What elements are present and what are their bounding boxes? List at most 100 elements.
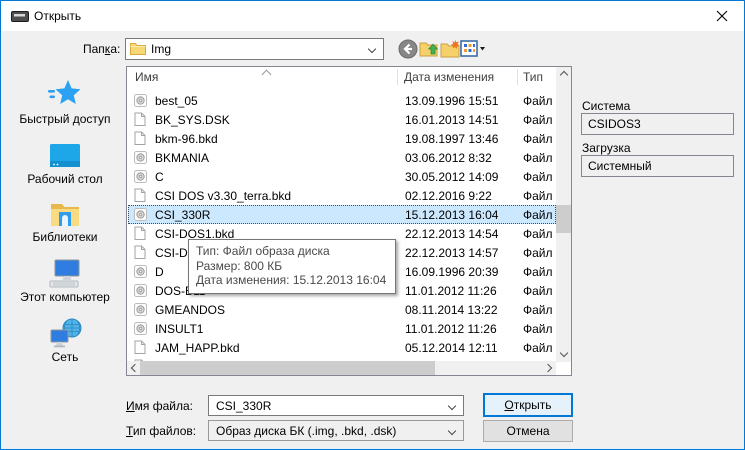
horizontal-scrollbar[interactable]: [127, 361, 556, 375]
filetype-label-key: Т: [126, 424, 133, 438]
file-row[interactable]: C30.05.2012 14:09Файл о: [128, 167, 556, 186]
file-name: CSI DOS v3.30_terra.bkd: [155, 189, 291, 203]
chevron-down-icon: [559, 348, 567, 356]
disk-image-icon: [134, 207, 147, 222]
scroll-left-button[interactable]: [127, 361, 141, 375]
file-type: Файл ": [523, 189, 556, 203]
open-button[interactable]: Открыть: [483, 393, 573, 417]
file-name: CSI_330R: [155, 208, 210, 222]
file-type: Файл о: [523, 170, 556, 184]
close-icon: [716, 10, 728, 22]
new-folder-button[interactable]: [440, 39, 460, 59]
filename-combobox[interactable]: CSI_330R: [208, 395, 464, 416]
system-label: Система: [582, 99, 630, 113]
filename-label: Имя файла:: [126, 399, 193, 413]
chevron-down-icon: [448, 427, 456, 435]
file-row[interactable]: bkm-96.bkd 19.08.1997 13:46 Файл ": [128, 129, 556, 148]
file-date: 22.12.2013 14:57: [405, 246, 498, 260]
file-icon: [134, 340, 146, 355]
filename-label-key: И: [126, 399, 135, 413]
boot-label: Загрузка: [582, 141, 631, 155]
file-row[interactable]: BKMANIA 03.06.2012 8:32 Файл о: [128, 148, 556, 167]
boot-field: Системный: [581, 155, 734, 177]
close-button[interactable]: [699, 1, 744, 30]
app-icon: [11, 11, 29, 22]
file-list: Имя Дата изменения Тип best_0513.09.1996…: [126, 66, 572, 376]
file-type: Файл ": [523, 113, 556, 127]
tooltip: Тип: Файл образа диска Размер: 800 КБ Да…: [188, 239, 396, 294]
file-date: 22.12.2013 14:54: [405, 227, 498, 241]
file-name: BKMANIA: [155, 151, 209, 165]
open-button-key: О: [504, 398, 513, 412]
sidebar-item-desktop[interactable]: Рабочий стол: [9, 135, 121, 186]
this-pc-icon: [47, 257, 83, 289]
sidebar-item-label: Быстрый доступ: [9, 112, 121, 126]
chevron-up-icon: [559, 71, 567, 79]
folder-combobox[interactable]: Img: [125, 38, 384, 60]
file-type: Файл о: [523, 208, 556, 222]
sidebar-item-this-pc[interactable]: Этот компьютер: [9, 253, 121, 304]
file-type: Файл ": [523, 246, 556, 260]
file-name: JAM_HAPP.bkd: [155, 341, 240, 355]
disk-image-icon: [134, 283, 147, 298]
file-date: 08.11.2014 13:22: [405, 303, 498, 317]
file-type: Файл о: [523, 151, 556, 165]
scroll-down-button[interactable]: [556, 346, 571, 362]
cancel-button[interactable]: Отмена: [483, 420, 573, 442]
open-button-post: ткрыть: [514, 398, 552, 412]
file-name: BK_SYS.DSK: [155, 113, 230, 127]
title-bar: Открыть: [1, 1, 744, 31]
file-name: INSULT1: [155, 322, 203, 336]
file-icon: [134, 188, 146, 203]
file-row[interactable]: INSULT111.01.2012 11:26Файл о: [128, 319, 556, 338]
file-icon: [134, 112, 146, 127]
disk-image-icon: [134, 302, 147, 317]
file-row[interactable]: JAM_HAPP.bkd05.12.2014 12:11Файл ": [128, 338, 556, 357]
sidebar-item-label: Сеть: [9, 350, 121, 364]
up-one-level-button[interactable]: [419, 39, 439, 59]
scroll-up-button[interactable]: [556, 67, 571, 83]
file-row[interactable]: best_0513.09.1996 15:51Файл о: [128, 91, 556, 110]
file-row[interactable]: BK_SYS.DSK 16.01.2013 14:51 Файл ": [128, 110, 556, 129]
open-dialog: Открыть Папка: Img: [0, 0, 745, 450]
file-type: Файл о: [523, 265, 556, 279]
file-type: Файл о: [523, 322, 556, 336]
file-rows: best_0513.09.1996 15:51Файл о BK_SYS.DSK…: [127, 67, 556, 361]
file-row[interactable]: CSI_330R15.12.2013 16:04Файл о: [128, 205, 556, 224]
vertical-scrollbar-thumb[interactable]: [556, 205, 571, 233]
file-date: 16.01.2013 14:51: [405, 113, 498, 127]
chevron-down-icon: [448, 402, 456, 410]
disk-image-icon: [134, 150, 147, 165]
filetype-combobox[interactable]: Образ диска БК (.img, .bkd, .dsk): [208, 420, 464, 441]
back-button[interactable]: [398, 39, 418, 59]
vertical-scrollbar[interactable]: [556, 67, 571, 362]
file-type: Файл ": [523, 132, 556, 146]
system-field: CSIDOS3: [581, 113, 734, 135]
view-menu-button[interactable]: [460, 39, 488, 59]
disk-image-icon: [134, 169, 147, 184]
sidebar-item-quick-access[interactable]: Быстрый доступ: [9, 75, 121, 126]
chevron-down-icon: [368, 45, 376, 53]
file-date: 16.09.1996 20:39: [405, 265, 498, 279]
filetype-label: Тип файлов:: [126, 424, 196, 438]
sidebar-item-label: Библиотеки: [9, 230, 121, 244]
file-date: 11.01.2012 11:26: [405, 284, 497, 298]
file-row[interactable]: GMEANDOS08.11.2014 13:22Файл о: [128, 300, 556, 319]
file-name: bkm-96.bkd: [155, 132, 218, 146]
network-icon: [47, 317, 83, 349]
filetype-label-post: ип файлов:: [133, 424, 196, 438]
window-title: Открыть: [34, 9, 81, 23]
file-date: 19.08.1997 13:46: [405, 132, 498, 146]
sidebar-item-network[interactable]: Сеть: [9, 313, 121, 364]
file-name: C: [155, 170, 164, 184]
view-menu-icon: [460, 39, 486, 59]
tooltip-line-size: Размер: 800 КБ: [196, 259, 386, 274]
file-type: Файл о: [523, 303, 556, 317]
horizontal-scrollbar-thumb[interactable]: [140, 361, 435, 375]
sidebar-item-libraries[interactable]: Библиотеки: [9, 193, 121, 244]
file-date: 03.06.2012 8:32: [405, 151, 492, 165]
scroll-right-button[interactable]: [542, 361, 556, 375]
file-row[interactable]: CSI DOS v3.30_terra.bkd02.12.2016 9:22Фа…: [128, 186, 556, 205]
desktop-icon: [48, 141, 82, 171]
tooltip-line-type: Тип: Файл образа диска: [196, 244, 386, 259]
